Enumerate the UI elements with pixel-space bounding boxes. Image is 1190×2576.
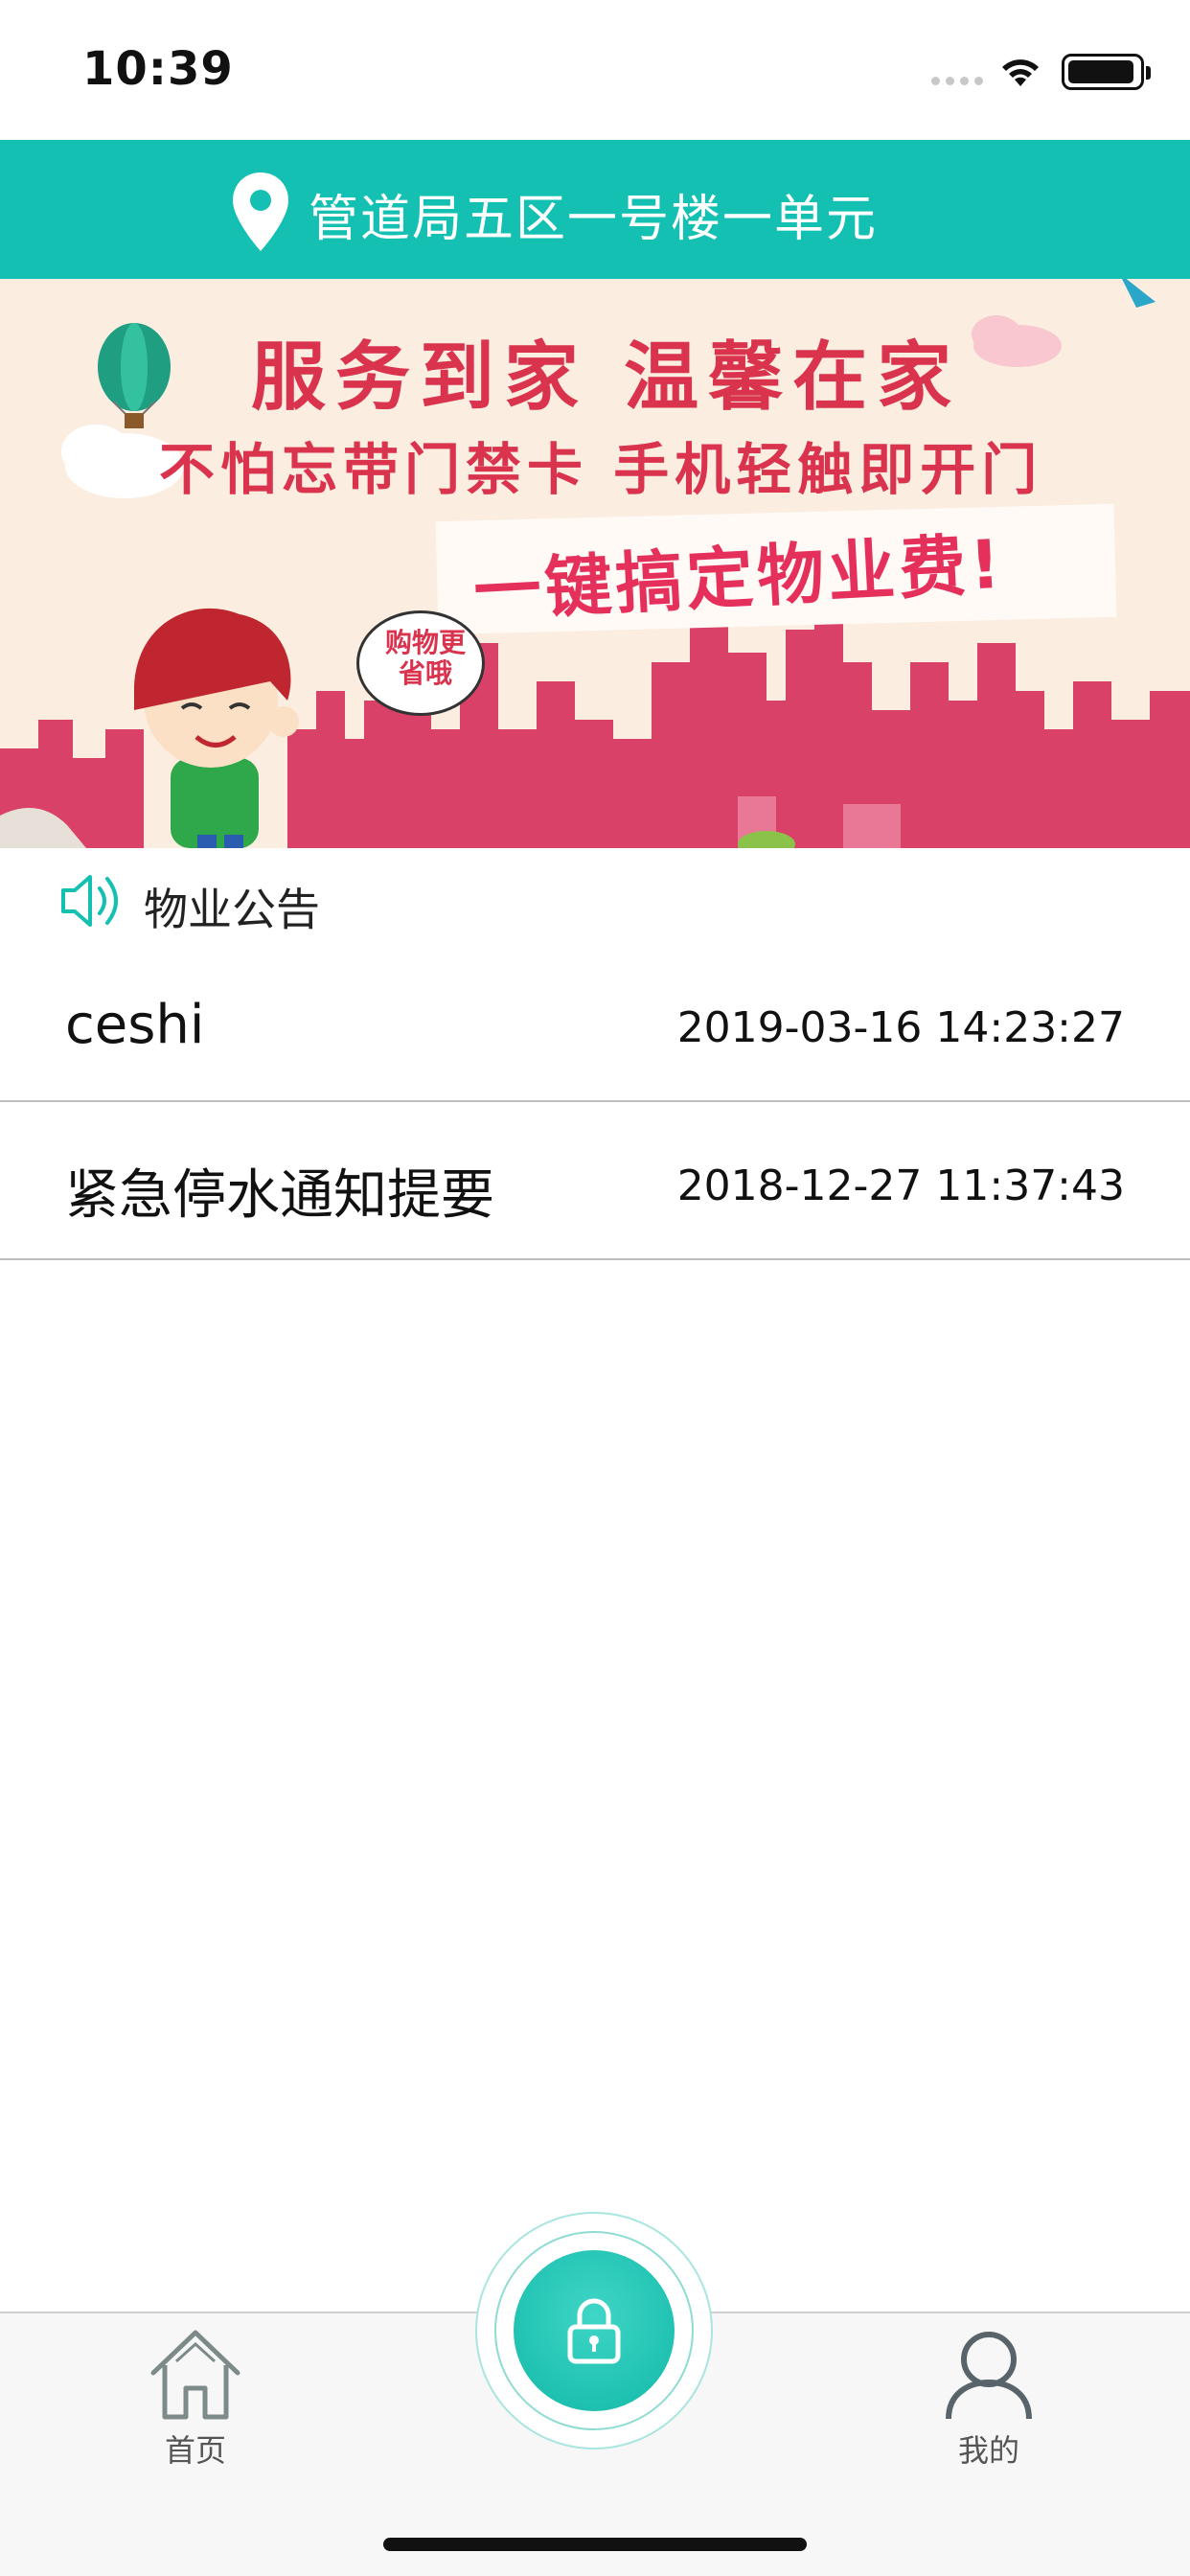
notice-section-title: 物业公告 bbox=[144, 884, 320, 935]
banner-subheadline: 不怕忘带门禁卡 手机轻触即开门 bbox=[159, 437, 1043, 502]
lock-icon bbox=[567, 2298, 621, 2364]
promo-banner[interactable]: 服务到家 温馨在家 不怕忘带门禁卡 手机轻触即开门 一键搞定物业费! 购物更省哦 bbox=[0, 279, 1190, 848]
location-name: 管道局五区一号楼一单元 bbox=[309, 191, 879, 248]
home-icon bbox=[150, 2330, 240, 2420]
battery-icon bbox=[1062, 54, 1151, 90]
unlock-door-button[interactable] bbox=[514, 2250, 675, 2411]
status-bar: 10:39 bbox=[0, 0, 1190, 140]
status-time: 10:39 bbox=[82, 42, 234, 96]
banner-headline: 服务到家 温馨在家 bbox=[251, 334, 962, 421]
cellular-signal-icon bbox=[931, 77, 983, 85]
tab-mine-label: 我的 bbox=[957, 2432, 1019, 2469]
user-icon bbox=[946, 2332, 1032, 2420]
notice-section-header: 物业公告 bbox=[0, 848, 1190, 944]
speech-bubble-text: 购物更省哦 bbox=[384, 627, 466, 689]
wifi-icon bbox=[1002, 59, 1039, 86]
notice-date: 2019-03-16 14:23:27 bbox=[676, 1003, 1125, 1052]
tab-home[interactable]: 首页 bbox=[100, 2327, 291, 2471]
notice-list-item[interactable]: ceshi 2019-03-16 14:23:27 bbox=[0, 944, 1190, 1102]
speaker-icon bbox=[61, 875, 118, 927]
location-pin-icon bbox=[233, 172, 288, 251]
notice-list: ceshi 2019-03-16 14:23:27 紧急停水通知提要 2018-… bbox=[0, 944, 1190, 1260]
tab-mine[interactable]: 我的 bbox=[893, 2327, 1085, 2471]
tab-home-label: 首页 bbox=[164, 2432, 226, 2469]
location-header[interactable]: 管道局五区一号楼一单元 bbox=[0, 140, 1190, 279]
notice-list-item[interactable]: 紧急停水通知提要 2018-12-27 11:37:43 bbox=[0, 1102, 1190, 1260]
notice-title: 紧急停水通知提要 bbox=[65, 1164, 494, 1227]
notice-date: 2018-12-27 11:37:43 bbox=[676, 1162, 1125, 1210]
notice-title: ceshi bbox=[65, 994, 205, 1056]
home-indicator bbox=[383, 2538, 807, 2551]
